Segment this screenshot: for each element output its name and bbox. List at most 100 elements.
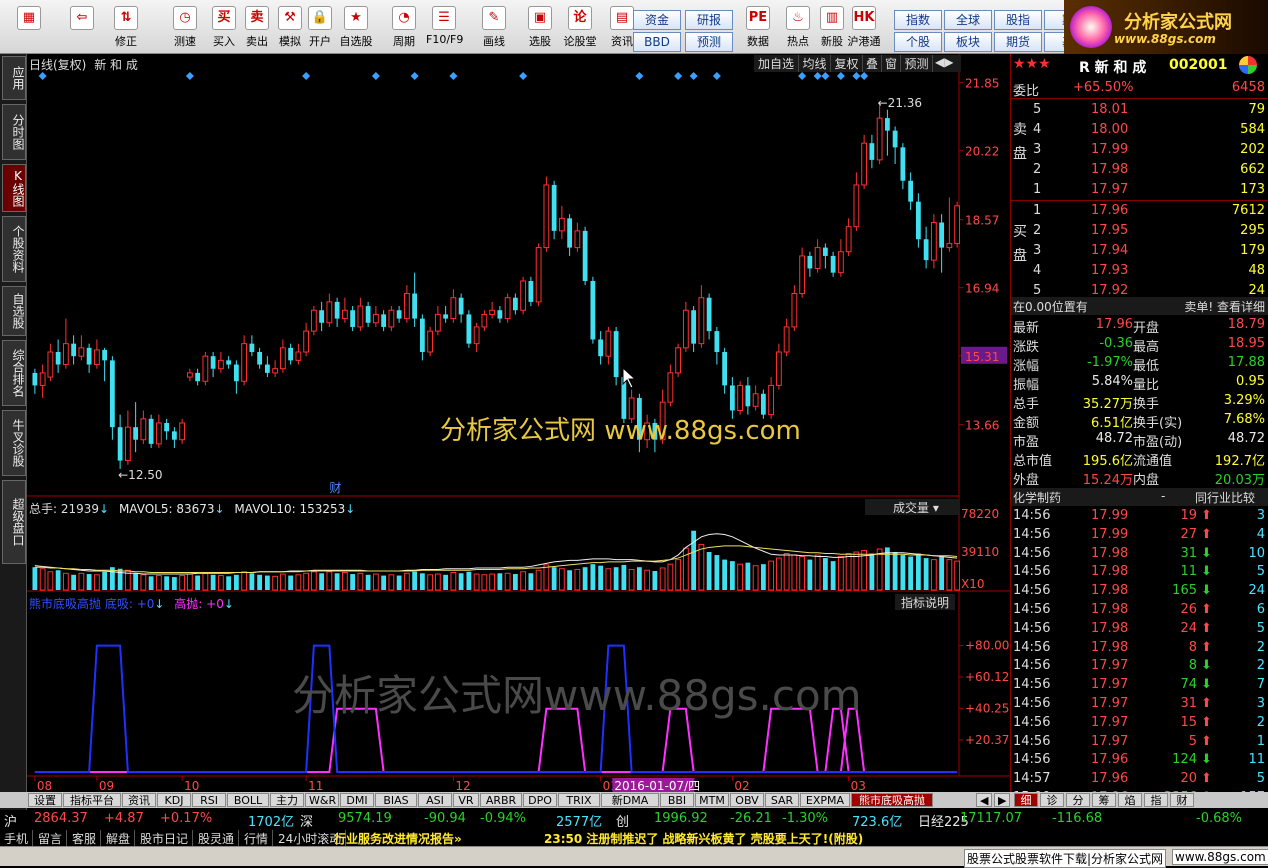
toolbar-small-4[interactable]: 指数 xyxy=(894,10,942,30)
left-tab-4[interactable]: 自选股 xyxy=(2,286,26,336)
industry-compare-button[interactable]: 同行业比较 xyxy=(1195,489,1255,506)
quote-subtab-4[interactable]: 焰 xyxy=(1118,793,1142,807)
indicator-tab-20[interactable]: EXPMA xyxy=(800,793,850,807)
chart-menu-icon[interactable]: ◀▶ xyxy=(935,55,953,69)
indicator-tab-0[interactable]: 设置 xyxy=(28,793,62,807)
scroll-right-icon[interactable]: ▶ xyxy=(994,793,1010,807)
toolbar-small-7[interactable]: 板块 xyxy=(944,32,992,52)
toolbar-small-8[interactable]: 股指 xyxy=(994,10,1042,30)
period-button[interactable]: ◔ 周期 xyxy=(386,4,422,52)
kline-chart-area[interactable]: 21.85 20.22 18.57 16.94 15.31 13.66 ←21.36 ←12.… xyxy=(27,54,1010,796)
tick-volume: 74 xyxy=(1180,677,1197,693)
indicator-tab-2[interactable]: 资讯 xyxy=(122,793,156,807)
indicator-tab-17[interactable]: MTM xyxy=(695,793,729,807)
left-tab-2[interactable]: K线图 xyxy=(2,164,26,212)
indicator-tab-5[interactable]: BOLL xyxy=(227,793,269,807)
updown-arrow-button[interactable]: ⇅ 修正 xyxy=(108,4,144,52)
pen-button[interactable]: ✎ 画线 xyxy=(476,4,512,52)
indicator-tab-8[interactable]: DMI xyxy=(340,793,374,807)
sell-button[interactable]: 卖卖出 xyxy=(239,4,275,52)
indicator-tab-18[interactable]: OBV xyxy=(730,793,764,807)
indicator-tab-11[interactable]: VR xyxy=(453,793,479,807)
back-arrow-button[interactable]: ⇦ xyxy=(64,4,100,52)
toolbar-small-2[interactable]: 研报 xyxy=(685,10,733,30)
indicator-tab-10[interactable]: ASI xyxy=(418,793,452,807)
forum-button[interactable]: 论论股堂 xyxy=(562,4,598,52)
indicator-tab-1[interactable]: 指标平台 xyxy=(63,793,121,807)
volume-selector[interactable]: 成交量 ▾ xyxy=(865,499,960,515)
detail-link[interactable]: 卖单! 查看详细 xyxy=(1184,298,1265,315)
lock-button[interactable]: 🔒 开户 xyxy=(302,4,338,52)
indicator-tab-21[interactable]: 熊市底吸高抛 xyxy=(851,793,933,807)
weibi-diff: 6458 xyxy=(1231,80,1265,95)
toolbar-small-9[interactable]: 期货 xyxy=(994,32,1042,52)
toolbar-small-3[interactable]: 预测 xyxy=(685,32,733,52)
chart-btn-3[interactable]: 叠 xyxy=(863,55,882,72)
up-arrow-icon: ⬆ xyxy=(1201,733,1212,749)
news-nav-6[interactable]: 行情 xyxy=(244,830,274,847)
news-nav-2[interactable]: 客服 xyxy=(72,830,102,847)
left-tab-1[interactable]: 分时图 xyxy=(2,104,26,160)
pe-button[interactable]: PE 数据 xyxy=(740,4,776,52)
news-nav-3[interactable]: 解盘 xyxy=(106,830,136,847)
indicator-tab-16[interactable]: BBI xyxy=(660,793,694,807)
news-nav-5[interactable]: 股灵通 xyxy=(198,830,240,847)
industry-sep: - xyxy=(1161,489,1166,503)
quote-row: 14:56 17.97 8 ⬇ 2 xyxy=(1011,657,1268,676)
left-tab-7[interactable]: 超级盘口 xyxy=(2,480,26,564)
f10-button[interactable]: ☰ F10/F9 xyxy=(426,4,463,52)
hot-button[interactable]: ♨ 热点 xyxy=(780,4,816,52)
quote-subtab-6[interactable]: 财 xyxy=(1170,793,1194,807)
indicator-tab-19[interactable]: SAR xyxy=(765,793,799,807)
hk-button[interactable]: HK 沪港通 xyxy=(846,4,882,52)
news-nav-0[interactable]: 手机 xyxy=(4,830,34,847)
quote-subtab-1[interactable]: 诊 xyxy=(1040,793,1064,807)
toolbar-small-1[interactable]: BBD xyxy=(633,32,681,52)
new-stock-button[interactable]: ▥ 新股 xyxy=(814,4,850,52)
select-stock-button[interactable]: ▣ 选股 xyxy=(522,4,558,52)
quote-subtab-2[interactable]: 分 xyxy=(1066,793,1090,807)
candle-body xyxy=(39,372,46,386)
quote-row: 委比 +65.50% 6458 xyxy=(1011,78,1268,99)
candle-body xyxy=(574,230,581,249)
news-headline-1[interactable]: 行业服务改进情况报告» xyxy=(334,830,462,847)
indicator-tab-9[interactable]: BIAS xyxy=(375,793,417,807)
chart-btn-4[interactable]: 窗 xyxy=(882,55,901,72)
candle-body xyxy=(288,347,294,361)
candle-body xyxy=(543,184,550,249)
scroll-left-icon[interactable]: ◀ xyxy=(976,793,992,807)
chart-btn-5[interactable]: 预测 xyxy=(901,55,933,72)
quote-subtab-5[interactable]: 指 xyxy=(1144,793,1168,807)
indicator-tab-15[interactable]: 新DMA xyxy=(601,793,659,807)
chart-btn-2[interactable]: 复权 xyxy=(831,55,863,72)
chart-btn-1[interactable]: 均线 xyxy=(799,55,831,72)
toolbar-small-5[interactable]: 个股 xyxy=(894,32,942,52)
left-tab-5[interactable]: 综合排名 xyxy=(2,340,26,406)
indicator-tab-14[interactable]: TRIX xyxy=(558,793,600,807)
home-button[interactable]: ▦ xyxy=(8,4,50,52)
indicator-tab-3[interactable]: KDJ xyxy=(157,793,191,807)
news-headline-2[interactable]: 23:50 注册制推迟了 战略新兴板黄了 壳股要上天了!(附股) xyxy=(544,830,863,847)
indicator-tab-13[interactable]: DPO xyxy=(523,793,557,807)
chart-btn-0[interactable]: 加自选 xyxy=(754,55,799,72)
left-tab-0[interactable]: 应用 xyxy=(2,56,26,100)
left-tab-3[interactable]: 个股资料 xyxy=(2,216,26,282)
toolbar-label: 修正 xyxy=(115,35,137,48)
indicator-tab-12[interactable]: ARBR xyxy=(480,793,522,807)
toolbar-small-0[interactable]: 资金 xyxy=(633,10,681,30)
toolbar-small-6[interactable]: 全球 xyxy=(944,10,992,30)
buy-button[interactable]: 买买入 xyxy=(206,4,242,52)
pie-icon[interactable] xyxy=(1239,56,1257,74)
star-board-button[interactable]: ★ 自选股 xyxy=(338,4,374,52)
news-nav-1[interactable]: 留言 xyxy=(38,830,68,847)
high-price-mark: ←21.36 xyxy=(878,96,922,110)
news-nav-4[interactable]: 股市日记 xyxy=(140,830,194,847)
indicator-tab-4[interactable]: RSI xyxy=(192,793,226,807)
indicator-tab-6[interactable]: 主力 xyxy=(270,793,304,807)
left-tab-6[interactable]: 牛叉诊股 xyxy=(2,410,26,476)
quote-subtab-3[interactable]: 筹 xyxy=(1092,793,1116,807)
indicator-tab-7[interactable]: W&R xyxy=(305,793,339,807)
indicator-help-button[interactable]: 指标说明 xyxy=(895,594,955,610)
clock-button[interactable]: ◷ 测速 xyxy=(167,4,203,52)
quote-subtab-0[interactable]: 细 xyxy=(1014,793,1038,807)
